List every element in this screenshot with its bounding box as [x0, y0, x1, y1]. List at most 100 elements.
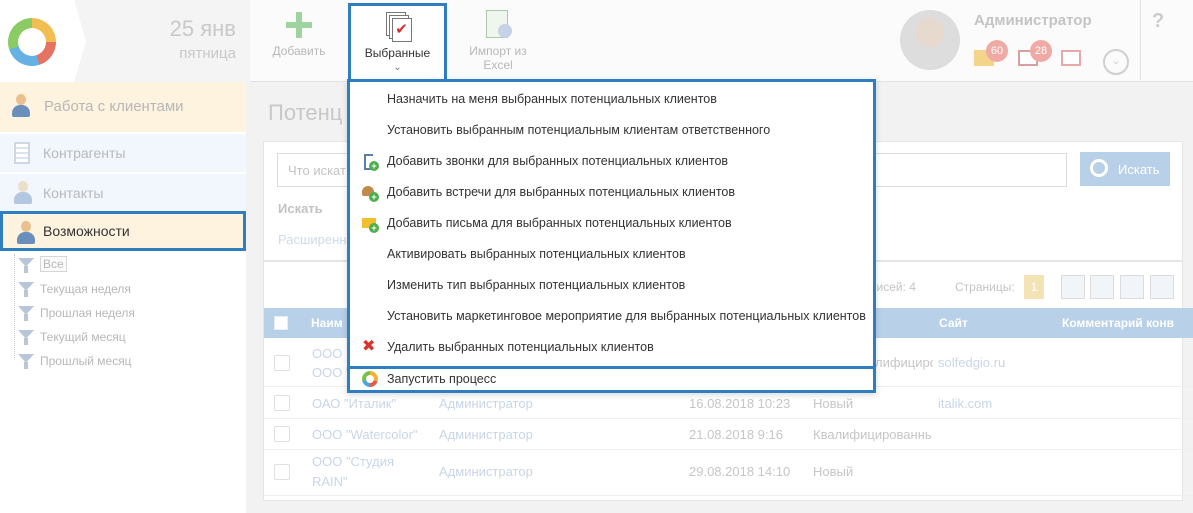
row-status: Новый — [813, 396, 854, 411]
menu-item-set-owner[interactable]: Установить выбранным потенциальным клиен… — [350, 115, 873, 145]
sidebar-item-label: Контакты — [43, 185, 104, 201]
print-icon[interactable] — [1090, 275, 1114, 299]
mail-count-badge: 60 — [986, 40, 1008, 62]
filter-icon — [18, 258, 34, 273]
pages-label: Страницы: — [955, 280, 1015, 294]
search-icon — [1090, 159, 1108, 177]
row-name[interactable]: ООО "Студия — [312, 454, 394, 469]
sidebar-item-contacts[interactable]: Контакты — [0, 174, 246, 212]
chevron-down-icon: ⌄ — [393, 62, 402, 73]
row-site[interactable]: solfedgio.ru — [938, 355, 1005, 370]
add-button[interactable]: Добавить — [258, 0, 340, 80]
filter-label: Прошлая неделя — [40, 306, 135, 320]
records-count: писей: 4 — [870, 280, 916, 294]
menu-item-change-type[interactable]: Изменить тип выбранных потенциальных кли… — [350, 270, 873, 300]
row-checkbox[interactable] — [274, 464, 290, 480]
sidebar-item-opportunities[interactable]: Возможности — [0, 211, 246, 251]
user-name[interactable]: Администратор — [974, 12, 1092, 29]
page-number[interactable]: 1 — [1024, 275, 1044, 299]
sidebar-item-accounts[interactable]: Контрагенты — [0, 134, 246, 172]
app-logo[interactable] — [0, 0, 75, 82]
menu-item-label: Установить маркетинговое мероприятие для… — [387, 309, 866, 323]
menu-item-label: Добавить звонки для выбранных потенциаль… — [387, 154, 729, 168]
plus-icon — [283, 10, 315, 40]
row-owner[interactable]: Администратор — [439, 427, 533, 442]
table-row[interactable]: ООО "Watercolor" Администратор 21.08.201… — [264, 419, 1193, 450]
phone-add-icon — [362, 153, 379, 171]
filter-current-week[interactable]: Текущая неделя — [6, 278, 246, 302]
menu-item-add-emails[interactable]: Добавить письма для выбранных потенциаль… — [350, 208, 873, 238]
search-button[interactable]: Искать — [1080, 152, 1170, 186]
filter-last-week[interactable]: Прошлая неделя — [6, 302, 246, 326]
filter-icon — [18, 306, 34, 321]
excel-import-icon — [482, 10, 514, 40]
menu-item-label: Запустить процесс — [387, 372, 497, 386]
menu-item-add-calls[interactable]: Добавить звонки для выбранных потенциаль… — [350, 146, 873, 176]
menu-item-set-marketing-event[interactable]: Установить маркетинговое мероприятие для… — [350, 301, 873, 331]
row-name[interactable]: ОАО "Италик" — [312, 396, 396, 411]
avatar[interactable] — [900, 10, 960, 70]
filter-label: Прошлый месяц — [40, 354, 132, 368]
filter-label: Текущая неделя — [40, 282, 131, 296]
menu-item-label: Удалить выбранных потенциальных клиентов — [387, 340, 654, 354]
advanced-search-link[interactable]: Расширенн — [278, 232, 346, 247]
import-label-line2: Excel — [483, 58, 513, 72]
row-site[interactable]: italik.com — [938, 396, 992, 411]
current-date: 25 янв — [169, 16, 236, 41]
menu-item-label: Добавить письма для выбранных потенциаль… — [387, 216, 732, 230]
row-checkbox[interactable] — [274, 395, 290, 411]
select-all-checkbox[interactable] — [274, 316, 288, 330]
row-date: 29.08.2018 14:10 — [689, 464, 791, 479]
search-in-label: Искать — [278, 201, 323, 216]
row-checkbox[interactable] — [274, 426, 290, 442]
row-date: 16.08.2018 10:23 — [689, 396, 791, 411]
import-excel-button[interactable]: Импорт из Excel — [456, 0, 540, 80]
row-date: 21.08.2018 9:16 — [689, 427, 783, 442]
filter-tree: Все Текущая неделя Прошлая неделя Текущи… — [6, 254, 246, 374]
row-name[interactable]: ООО — [312, 346, 342, 361]
sidebar-item-label: Возможности — [43, 223, 130, 239]
delete-icon: ✖ — [362, 338, 376, 355]
filter-label: Все — [40, 256, 67, 272]
date-panel: 25 янв пятница — [74, 0, 250, 82]
sidebar-section-header[interactable]: Работа с клиентами — [0, 82, 246, 132]
favorites-button[interactable]: ✔ Выбранные ⌄ — [348, 3, 447, 80]
filter-all[interactable]: Все — [6, 254, 246, 278]
refresh-icon[interactable] — [1061, 275, 1085, 299]
user-menu-chevron-icon[interactable]: ⌄ — [1103, 49, 1129, 75]
add-label: Добавить — [272, 44, 326, 58]
table-row[interactable]: ООО "Студия RAIN" Администратор 29.08.20… — [264, 450, 1193, 496]
meeting-add-icon — [362, 184, 379, 202]
process-icon — [362, 371, 378, 387]
menu-item-add-meetings[interactable]: Добавить встречи для выбранных потенциал… — [350, 177, 873, 207]
search-button-label: Искать — [1118, 161, 1160, 177]
column-header-comment[interactable]: Комментарий конв — [1062, 316, 1174, 330]
mail-add-icon — [362, 215, 379, 233]
help-icon[interactable]: ? — [1152, 10, 1164, 33]
row-name[interactable]: ООО "Watercolor" — [312, 427, 418, 442]
filter-icon — [18, 354, 34, 369]
settings-gear-icon[interactable] — [1150, 275, 1174, 299]
menu-item-delete[interactable]: ✖ Удалить выбранных потенциальных клиент… — [350, 332, 873, 362]
task-count-badge: 28 — [1030, 40, 1052, 62]
menu-item-activate[interactable]: Активировать выбранных потенциальных кли… — [350, 239, 873, 269]
row-status: Новый — [813, 464, 854, 479]
calendar-icon[interactable] — [1061, 50, 1081, 66]
filter-current-month[interactable]: Текущий месяц — [6, 326, 246, 350]
favorites-dropdown-menu: Назначить на меня выбранных потенциальны… — [347, 79, 876, 393]
building-icon — [14, 142, 30, 164]
menu-item-label: Добавить встречи для выбранных потенциал… — [387, 185, 735, 199]
menu-item-run-process[interactable]: Запустить процесс — [350, 364, 873, 394]
row-owner[interactable]: Администратор — [439, 396, 533, 411]
row-name[interactable]: RAIN" — [312, 474, 348, 489]
row-owner[interactable]: Администратор — [439, 464, 533, 479]
menu-item-assign-to-me[interactable]: Назначить на меня выбранных потенциальны… — [350, 84, 873, 114]
favorites-label: Выбранные — [364, 46, 431, 60]
row-checkbox[interactable] — [274, 355, 290, 371]
filter-last-month[interactable]: Прошлый месяц — [6, 350, 246, 374]
menu-item-label: Изменить тип выбранных потенциальных кли… — [387, 278, 686, 292]
column-header-name[interactable]: Наим — [311, 316, 343, 330]
divider — [1140, 0, 1141, 80]
column-header-site[interactable]: Сайт — [939, 316, 968, 330]
export-icon[interactable] — [1120, 275, 1144, 299]
